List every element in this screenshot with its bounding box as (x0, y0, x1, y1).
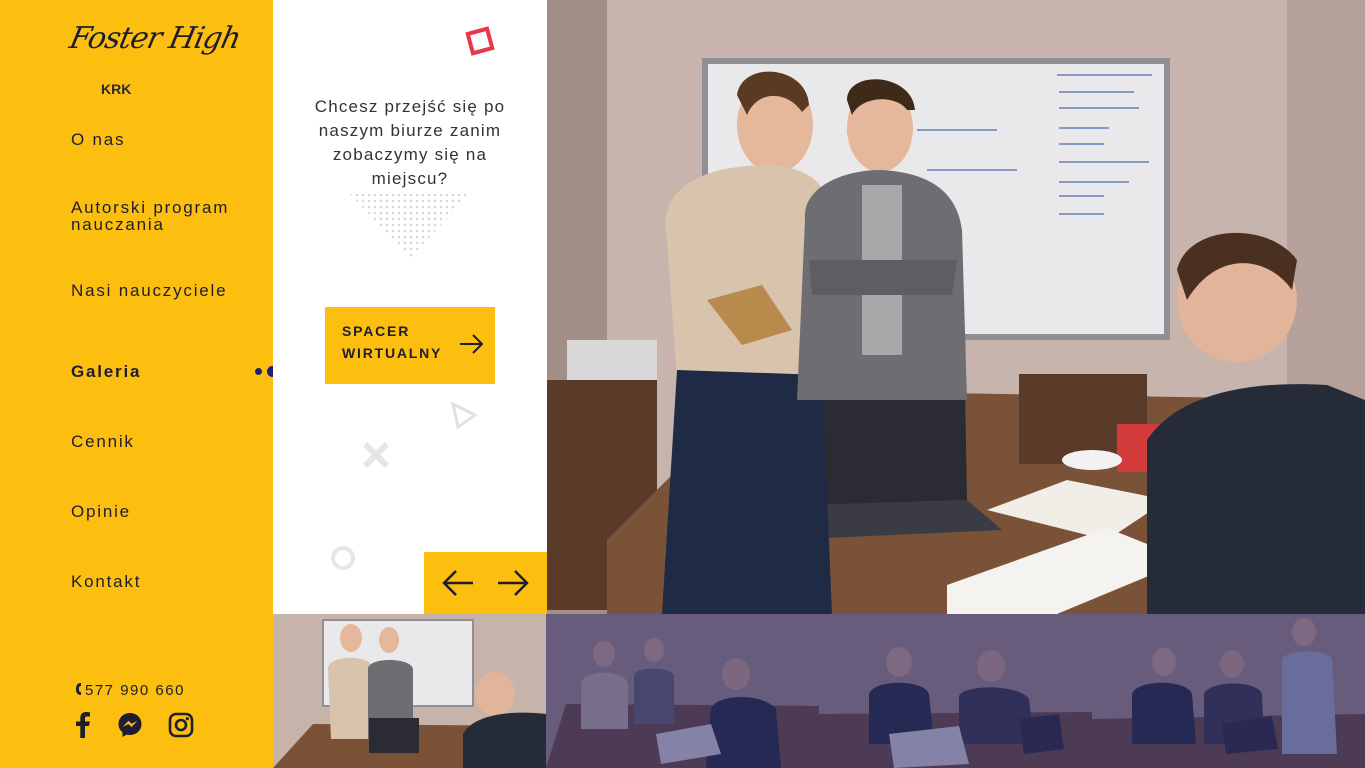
thumbnail-overlay (819, 614, 1092, 768)
thumbnail-overlay (1092, 614, 1365, 768)
arrow-right-icon[interactable] (496, 568, 530, 598)
circle-deco-icon (331, 546, 355, 570)
indicator-dot-small (255, 368, 262, 375)
virtual-tour-button[interactable]: SPACER WIRTUALNY (325, 307, 495, 384)
panel-text: Chcesz przejść się po naszym biurze zani… (314, 97, 506, 188)
thumbnail-2[interactable] (546, 614, 819, 768)
phone-number: 577 990 660 (85, 682, 185, 699)
nav-item-kontakt[interactable]: Kontakt (71, 573, 251, 590)
gallery-nav (424, 552, 547, 614)
phone-icon (76, 683, 81, 695)
nav-item-galeria[interactable]: Galeria (71, 363, 251, 380)
nav-item-o-nas[interactable]: O nas (71, 131, 251, 148)
info-panel: Chcesz przejść się po naszym biurze zani… (273, 0, 547, 614)
logo-script: Foster High (66, 21, 244, 56)
cross-deco-icon (362, 441, 390, 469)
logo[interactable]: Foster High KRK (66, 21, 244, 97)
thumbnail-overlay (546, 614, 819, 768)
gallery-thumbnails (273, 614, 1365, 768)
thumbnail-4[interactable] (1092, 614, 1365, 768)
thumbnail-1[interactable] (273, 614, 546, 768)
messenger-icon[interactable] (117, 712, 143, 743)
triangle-deco-icon (450, 401, 478, 430)
instagram-icon[interactable] (168, 712, 194, 743)
nav-item-opinie[interactable]: Opinie (71, 503, 251, 520)
sidebar: Foster High KRK O nas Autorski program n… (0, 0, 273, 768)
nav-item-program[interactable]: Autorski program nauczania (71, 199, 251, 233)
arrow-left-icon[interactable] (441, 568, 475, 598)
facebook-icon[interactable] (75, 712, 91, 743)
thumbnail-3[interactable] (819, 614, 1092, 768)
nav-item-nauczyciele[interactable]: Nasi nauczyciele (71, 282, 251, 299)
phone-link[interactable]: 577 990 660 (75, 682, 185, 699)
logo-sub: KRK (101, 81, 132, 97)
square-deco-icon (465, 26, 495, 56)
gallery-main-photo (547, 0, 1365, 614)
nav-item-cennik[interactable]: Cennik (71, 433, 251, 450)
arrow-right-icon (460, 334, 484, 354)
virtual-tour-label: SPACER WIRTUALNY (342, 323, 443, 361)
dotted-triangle-deco-icon (350, 194, 470, 258)
